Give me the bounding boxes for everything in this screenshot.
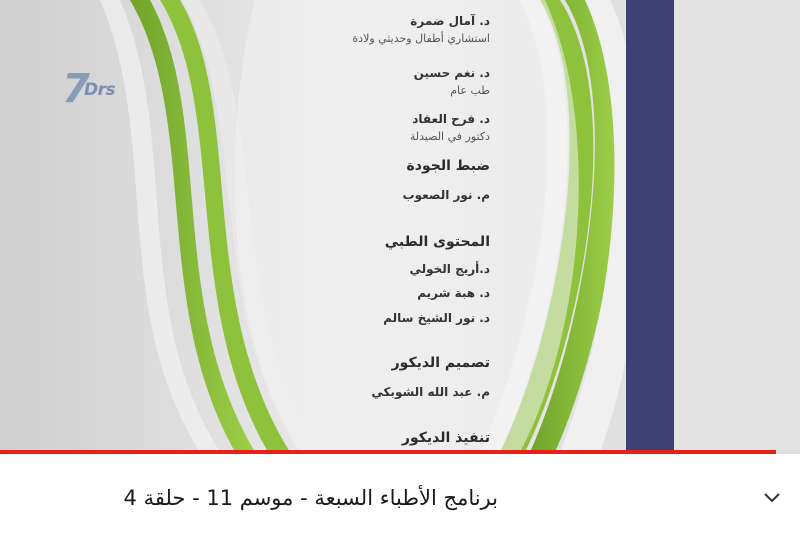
credit-name: د. نور الشيخ سالم [383, 311, 490, 325]
credit-heading: تصميم الديكور [391, 355, 490, 371]
credit-name: م. نور الصعوب [402, 188, 490, 202]
credit-name: د. هبة شريم [417, 286, 490, 300]
credit-role: دكتور في الصيدلة [409, 130, 490, 143]
channel-logo: 7 Drs [58, 66, 140, 112]
video-info-bar: برنامج الأطباء السبعة - موسم 11 - حلقة 4 [0, 454, 800, 537]
credit-role: طب عام [450, 84, 490, 97]
credit-name: م. عبد الله الشوبكي [371, 385, 490, 399]
credit-name: د.أريج الخولي [409, 262, 490, 276]
credit-name: د. نغم حسين [413, 66, 490, 80]
video-player[interactable]: 7 Drs د. آمال ضمرة استشاري أطفال وحديثي … [0, 0, 800, 452]
credit-role: استشاري أطفال وحديثي ولادة [352, 32, 490, 45]
credit-name: د. آمال ضمرة [410, 14, 490, 28]
credit-heading: المحتوى الطبي [384, 234, 490, 250]
credit-name: د. فرح العقاد [412, 112, 490, 126]
video-title[interactable]: برنامج الأطباء السبعة - موسم 11 - حلقة 4 [124, 486, 498, 510]
logo-text: Drs [84, 80, 116, 100]
credit-heading: تنفيذ الديكور [401, 430, 490, 446]
expand-description-button[interactable] [758, 484, 786, 512]
credit-heading: ضبط الجودة [406, 158, 490, 174]
chevron-down-icon [764, 493, 780, 503]
